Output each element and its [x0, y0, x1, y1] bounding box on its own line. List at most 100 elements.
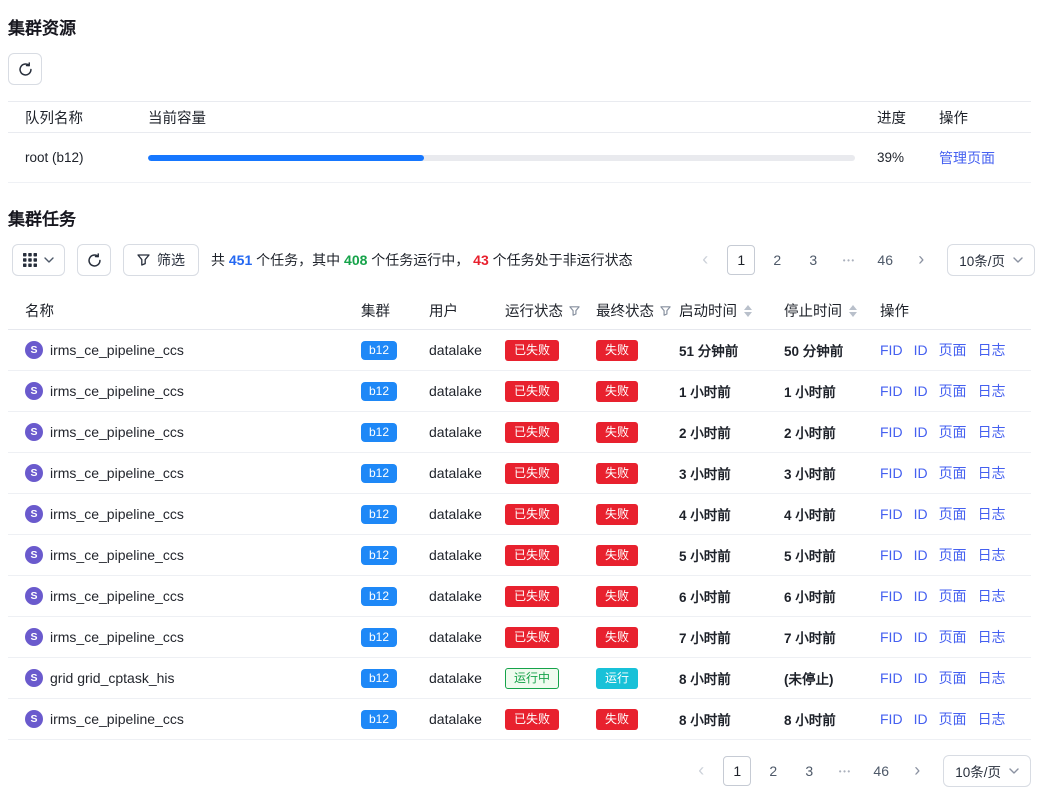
page-button-1[interactable]: 1	[723, 756, 751, 786]
task-name: irms_ce_pipeline_ccs	[50, 711, 184, 727]
col-progress: 进度	[877, 107, 939, 128]
page-link[interactable]: 页面	[939, 381, 967, 401]
log-link[interactable]: 日志	[978, 627, 1006, 647]
task-user: datalake	[429, 588, 505, 604]
log-link[interactable]: 日志	[978, 422, 1006, 442]
start-time-sort-icon[interactable]	[744, 305, 752, 317]
id-link[interactable]: ID	[914, 629, 928, 645]
refresh-icon	[87, 253, 102, 268]
run-status-filter-icon[interactable]	[569, 306, 580, 316]
start-time: 51 分钟前	[679, 340, 784, 360]
fid-link[interactable]: FID	[880, 465, 903, 481]
stop-time: 1 小时前	[784, 381, 880, 401]
page-button-46[interactable]: 46	[867, 756, 895, 786]
tasks-section-title: 集群任务	[8, 205, 1031, 230]
fid-link[interactable]: FID	[880, 383, 903, 399]
stop-time-sort-icon[interactable]	[849, 305, 857, 317]
filter-button[interactable]: 筛选	[123, 244, 199, 276]
page-ellipsis[interactable]: •••	[835, 245, 863, 275]
next-page-button[interactable]: ›	[903, 756, 931, 786]
id-link[interactable]: ID	[914, 342, 928, 358]
col-final-status: 最终状态	[596, 300, 654, 321]
log-link[interactable]: 日志	[978, 504, 1006, 524]
page-button-3[interactable]: 3	[799, 245, 827, 275]
page-link[interactable]: 页面	[939, 586, 967, 606]
page-link[interactable]: 页面	[939, 668, 967, 688]
log-link[interactable]: 日志	[978, 586, 1006, 606]
log-link[interactable]: 日志	[978, 463, 1006, 483]
tasks-table: 名称 集群 用户 运行状态 最终状态 启动时间 停止时间 操作	[8, 292, 1031, 740]
log-link[interactable]: 日志	[978, 709, 1006, 729]
prev-page-button[interactable]: ‹	[687, 756, 715, 786]
task-name: irms_ce_pipeline_ccs	[50, 547, 184, 563]
final-status-filter-icon[interactable]	[660, 306, 671, 316]
fid-link[interactable]: FID	[880, 670, 903, 686]
table-row: S irms_ce_pipeline_ccs b12 datalake 已失败 …	[8, 535, 1031, 576]
page-link[interactable]: 页面	[939, 463, 967, 483]
view-switch-button[interactable]	[12, 244, 65, 276]
task-name: grid grid_cptask_his	[50, 670, 175, 686]
fid-link[interactable]: FID	[880, 424, 903, 440]
bottom-pagination: ‹ 1 2 3 ••• 46 ›	[687, 756, 931, 786]
run-status-badge: 已失败	[505, 709, 559, 730]
stop-time: 50 分钟前	[784, 340, 880, 360]
col-queue-name: 队列名称	[25, 107, 148, 128]
start-time: 5 小时前	[679, 545, 784, 565]
fid-link[interactable]: FID	[880, 629, 903, 645]
page-link[interactable]: 页面	[939, 340, 967, 360]
id-link[interactable]: ID	[914, 506, 928, 522]
page-button-2[interactable]: 2	[763, 245, 791, 275]
page-link[interactable]: 页面	[939, 545, 967, 565]
id-link[interactable]: ID	[914, 670, 928, 686]
log-link[interactable]: 日志	[978, 340, 1006, 360]
fid-link[interactable]: FID	[880, 342, 903, 358]
id-link[interactable]: ID	[914, 424, 928, 440]
col-name: 名称	[25, 300, 54, 321]
page-button-1[interactable]: 1	[727, 245, 755, 275]
id-link[interactable]: ID	[914, 588, 928, 604]
tasks-summary: 共 451 个任务，其中 408 个任务运行中， 43 个任务处于非运行状态	[211, 250, 633, 270]
start-time: 6 小时前	[679, 586, 784, 606]
fid-link[interactable]: FID	[880, 506, 903, 522]
page-button-46[interactable]: 46	[871, 245, 899, 275]
tasks-refresh-button[interactable]	[77, 244, 111, 276]
log-link[interactable]: 日志	[978, 668, 1006, 688]
cluster-badge: b12	[361, 464, 397, 483]
resources-refresh-button[interactable]	[8, 53, 42, 85]
col-cluster: 集群	[361, 300, 390, 321]
run-status-badge: 已失败	[505, 627, 559, 648]
avatar: S	[25, 628, 43, 646]
task-name: irms_ce_pipeline_ccs	[50, 465, 184, 481]
final-status-badge: 失败	[596, 463, 638, 484]
avatar: S	[25, 423, 43, 441]
fid-link[interactable]: FID	[880, 588, 903, 604]
task-user: datalake	[429, 424, 505, 440]
id-link[interactable]: ID	[914, 547, 928, 563]
id-link[interactable]: ID	[914, 465, 928, 481]
col-start-time: 启动时间	[679, 300, 737, 321]
log-link[interactable]: 日志	[978, 381, 1006, 401]
page-link[interactable]: 页面	[939, 709, 967, 729]
avatar: S	[25, 382, 43, 400]
start-time: 1 小时前	[679, 381, 784, 401]
page-link[interactable]: 页面	[939, 627, 967, 647]
page-ellipsis[interactable]: •••	[831, 756, 859, 786]
fid-link[interactable]: FID	[880, 547, 903, 563]
fid-link[interactable]: FID	[880, 711, 903, 727]
id-link[interactable]: ID	[914, 383, 928, 399]
start-time: 2 小时前	[679, 422, 784, 442]
prev-page-button[interactable]: ‹	[691, 245, 719, 275]
col-user: 用户	[429, 300, 458, 321]
page-link[interactable]: 页面	[939, 422, 967, 442]
manage-page-link[interactable]: 管理页面	[939, 150, 995, 166]
stop-time: 6 小时前	[784, 586, 880, 606]
page-button-3[interactable]: 3	[795, 756, 823, 786]
next-page-button[interactable]: ›	[907, 245, 935, 275]
log-link[interactable]: 日志	[978, 545, 1006, 565]
page-button-2[interactable]: 2	[759, 756, 787, 786]
table-row: S irms_ce_pipeline_ccs b12 datalake 已失败 …	[8, 412, 1031, 453]
page-size-select[interactable]: 10条/页	[943, 755, 1031, 787]
id-link[interactable]: ID	[914, 711, 928, 727]
page-link[interactable]: 页面	[939, 504, 967, 524]
page-size-select[interactable]: 10条/页	[947, 244, 1035, 276]
